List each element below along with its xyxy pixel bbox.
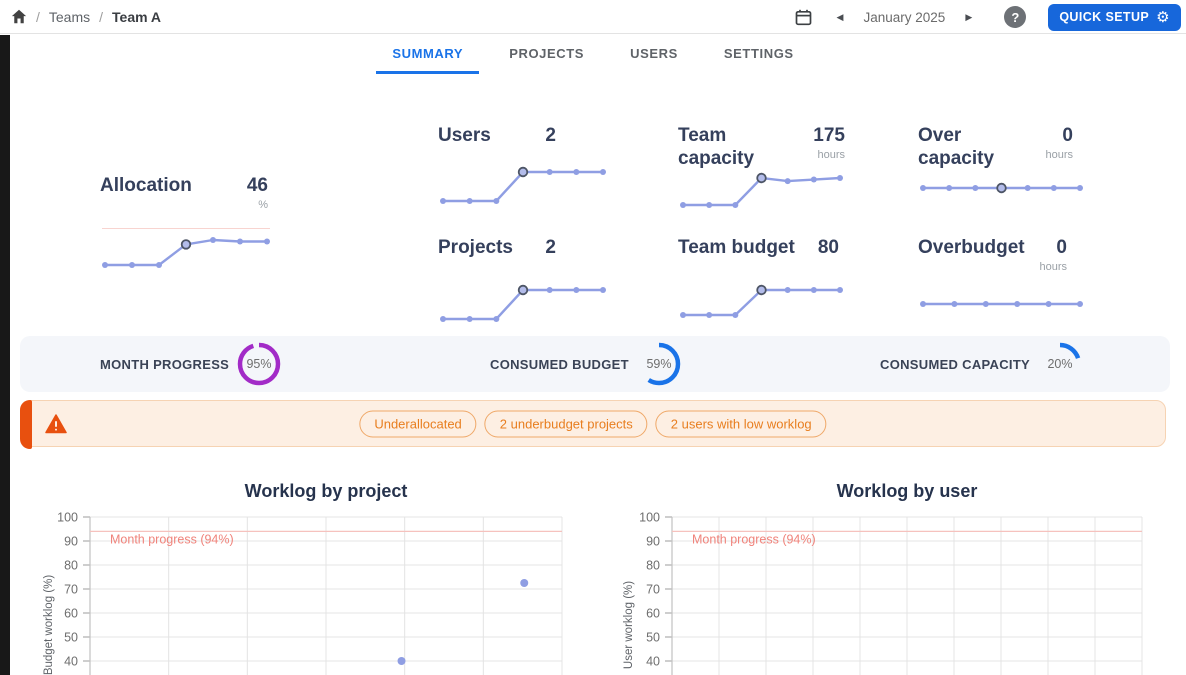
y-tick-label: 40 [64,655,78,669]
y-axis-label: Budget worklog (%) [43,575,55,675]
metric-allocation: Allocation 46% [100,174,272,274]
metric-value: 0 [1056,237,1067,258]
metric-label: Projects [438,237,513,258]
left-edge-strip [0,35,10,675]
progress-label: CONSUMED CAPACITY [880,356,1031,372]
previous-month-icon[interactable]: ◀ [830,8,849,27]
y-tick-label: 70 [646,583,660,597]
metric-label: Over capacity [918,125,995,169]
metric-overbudget: Overbudget 0 hours [918,236,1085,326]
annotation-label: Month progress (94%) [692,532,816,546]
progress-ring: 95% [237,342,281,386]
progress-ring: 20% [1038,342,1082,386]
breadcrumb-separator: / [99,8,104,25]
metric-label: Users [438,125,491,146]
progress-row: MONTH PROGRESS 95% CONSUMED BUDGET 59% CONSU… [20,336,1170,392]
metric-over-capacity: Over capacity 0 hours [918,124,1085,210]
alert-accent-bar [20,400,32,449]
svg-text:95%: 95% [247,357,272,371]
worklog-by-user-chart: 100 90 80 70 60 50 40 Month progress (94%) Workl… [623,481,1143,675]
y-tick-label: 60 [646,607,660,621]
metric-unit: hours [817,149,845,161]
y-tick-label: 90 [64,535,78,549]
tab-bar: SUMMARY PROJECTS USERS SETTINGS [0,35,1186,74]
alert-chip[interactable]: 2 underbudget projects [484,410,648,437]
progress-label: MONTH PROGRESS [100,356,230,372]
svg-text:20%: 20% [1048,357,1073,371]
y-tick-label: 100 [57,511,78,525]
threshold-line [102,228,270,229]
metric-label: Overbudget [918,237,1025,258]
period-label: January 2025 [863,9,946,25]
top-bar: / Teams / Team A ◀ January 2025 ▶ ? QUIC… [0,0,1186,34]
progress-consumed-budget: CONSUMED BUDGET 59% [490,336,682,392]
tab-settings[interactable]: SETTINGS [708,35,810,74]
worklog-by-project-chart: 100 90 80 70 60 50 40 Month progress (94%) Workl… [43,481,563,675]
y-tick-label: 80 [64,559,78,573]
chart-title: Worklog by project [245,481,408,501]
svg-text:59%: 59% [646,357,671,371]
progress-ring: 59% [637,342,681,386]
alert-chip[interactable]: Underallocated [359,410,477,437]
next-month-icon[interactable]: ▶ [959,8,978,27]
breadcrumb-item-teams[interactable]: Teams [49,9,90,25]
y-tick-label: 100 [639,511,660,525]
sparkline-overbudget [920,301,1083,307]
alert-chips: Underallocated 2 underbudget projects 2 us… [359,410,827,437]
annotation-label: Month progress (94%) [110,532,234,546]
y-tick-label: 80 [646,559,660,573]
tab-projects[interactable]: PROJECTS [493,35,600,74]
metric-unit: % [258,199,268,211]
y-tick-label: 70 [64,583,78,597]
quick-setup-label: QUICK SETUP [1059,10,1150,24]
metric-label: Team budget [678,237,795,258]
warning-icon [45,414,67,439]
y-tick-label: 90 [646,535,660,549]
gear-icon: ⚙ [1156,8,1170,26]
metric-value: 175 [813,125,845,146]
chart-title: Worklog by user [837,481,978,501]
sparkline-team-budget [680,284,843,318]
breadcrumb-separator: / [36,8,40,25]
breadcrumb-item-team-a: Team A [112,8,162,25]
y-tick-label: 50 [646,631,660,645]
metric-value: 0 [1062,125,1073,146]
breadcrumb: / Teams / Team A [0,9,161,25]
metric-value: 80 [817,237,839,258]
metric-team-budget: Team budget 80 [678,236,845,324]
home-icon[interactable] [11,9,27,24]
sparkline-over-capacity [920,182,1083,194]
y-tick-label: 50 [64,631,78,645]
calendar-icon[interactable] [795,9,812,26]
alert-chip[interactable]: 2 users with low worklog [655,410,827,437]
y-axis-label: User worklog (%) [623,581,635,669]
metric-value: 46 [246,175,268,196]
progress-consumed-capacity: CONSUMED CAPACITY 20% [880,336,1083,392]
alert-banner: Underallocated 2 underbudget projects 2 us… [20,400,1166,449]
metric-users: Users 2 [438,124,608,210]
metric-label: Team capacity [678,125,755,169]
metric-projects: Projects 2 [438,236,608,328]
top-bar-right: ◀ January 2025 ▶ ? QUICK SETUP ⚙ [795,0,1186,34]
team-dashboard-page: / Teams / Team A ◀ January 2025 ▶ ? QUIC… [0,0,1186,675]
sparkline-projects [440,284,606,322]
sparkline-team-capacity [680,172,843,208]
progress-label: CONSUMED BUDGET [490,356,629,372]
metric-value: 2 [545,125,556,146]
y-tick-label: 40 [646,655,660,669]
help-icon[interactable]: ? [1004,6,1027,28]
quick-setup-button[interactable]: QUICK SETUP ⚙ [1048,3,1181,31]
tab-users[interactable]: USERS [614,35,694,74]
metric-label: Allocation [100,175,192,196]
tab-summary[interactable]: SUMMARY [376,35,480,74]
sparkline-users [440,166,606,204]
metric-team-capacity: Team capacity 175 hours [678,124,845,214]
sparkline-allocation [102,237,270,268]
progress-month-progress: MONTH PROGRESS 95% [100,336,282,392]
metric-value: 2 [545,237,556,258]
metric-unit: hours [1045,149,1073,161]
y-tick-label: 60 [64,607,78,621]
metric-unit: hours [1039,261,1067,273]
